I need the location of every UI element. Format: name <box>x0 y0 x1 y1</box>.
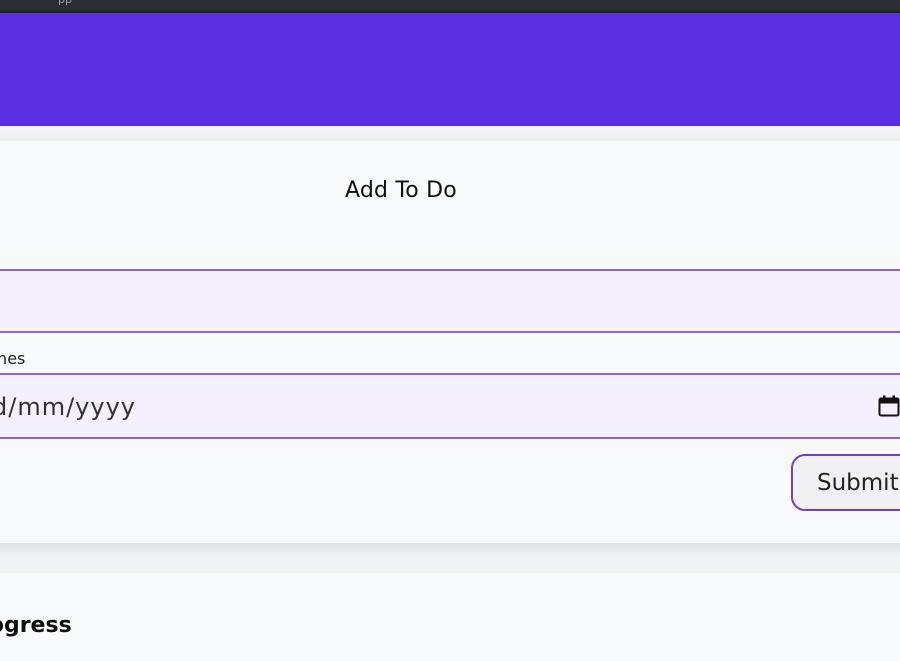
submit-button[interactable]: Submit <box>791 454 900 511</box>
in-progress-title: rogress <box>0 613 72 638</box>
browser-top-strip: pp <box>0 0 900 13</box>
form-title: Add To Do <box>345 178 457 203</box>
todo-input[interactable] <box>0 269 900 333</box>
date-placeholder: d/mm/yyyy <box>0 393 136 421</box>
calendar-icon[interactable] <box>878 395 900 417</box>
top-strip-text: pp <box>58 0 72 6</box>
deadlines-label: dlines <box>0 349 26 368</box>
in-progress-card: rogress <box>0 573 900 661</box>
add-todo-card: Add To Do o dlines d/mm/yyyy Submit <box>0 141 900 543</box>
deadline-date-input[interactable]: d/mm/yyyy <box>0 373 900 439</box>
app-header <box>0 13 900 126</box>
